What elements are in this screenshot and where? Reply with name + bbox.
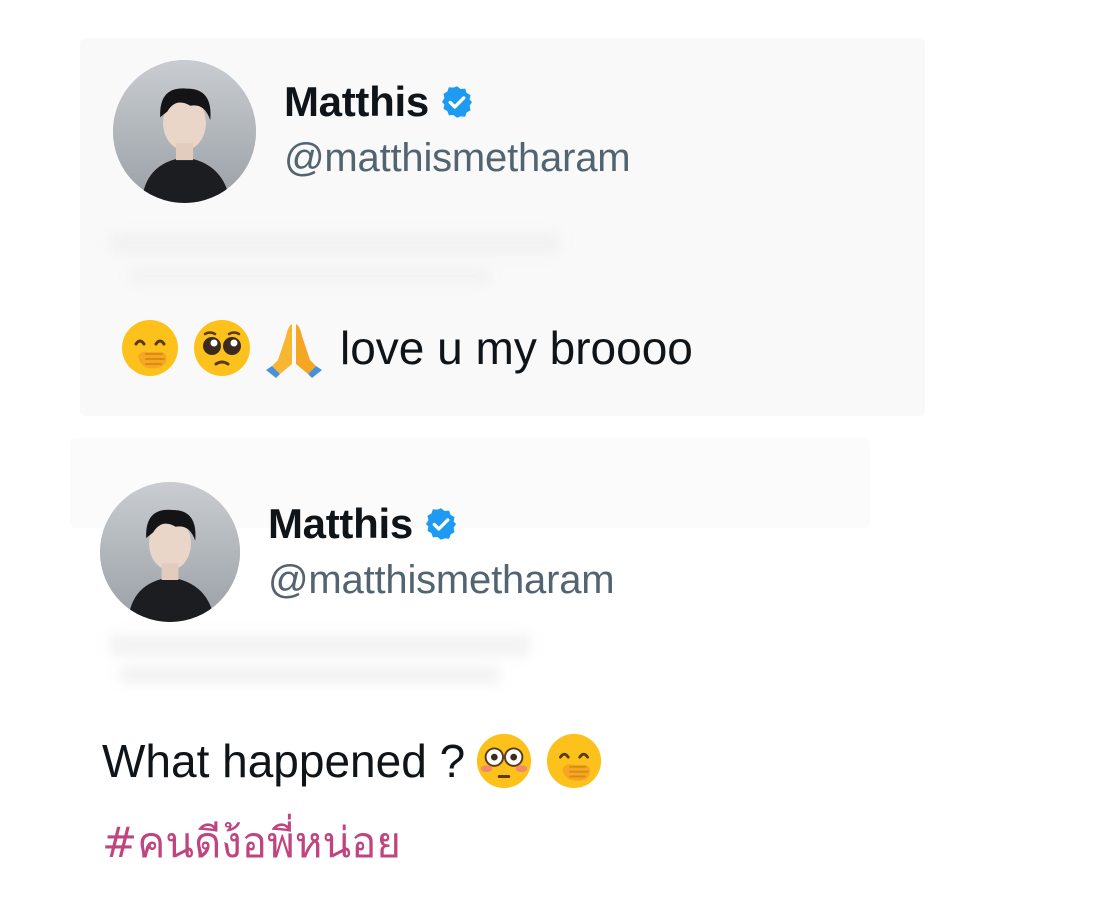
verified-badge-icon [423,506,459,542]
username-handle[interactable]: @matthismetharam [268,558,615,603]
avatar[interactable] [113,60,256,203]
tweet-text: love u my broooo [118,316,693,380]
tweet: Matthis @matthismetharam love u my brooo… [0,0,1111,430]
hand-over-mouth-emoji-icon [543,730,605,792]
tweet-body: love u my broooo [340,322,693,374]
blurred-region [110,232,560,254]
pleading-face-emoji-icon [190,316,254,380]
tweet: Matthis @matthismetharam What happened ? [0,430,1111,912]
tweet-text: What happened ? [102,730,605,792]
hashtag-link[interactable]: #คนดีง้อพี่หน่อย [102,810,401,876]
hand-over-mouth-emoji-icon [118,316,182,380]
author-row: Matthis [284,78,475,126]
flushed-face-emoji-icon [473,730,535,792]
username-handle[interactable]: @matthismetharam [284,136,631,181]
display-name[interactable]: Matthis [268,500,413,548]
profile-photo-icon [100,482,240,622]
tweet-body: What happened ? [102,735,466,787]
profile-photo-icon [113,60,256,203]
blurred-region [130,268,490,284]
avatar[interactable] [100,482,240,622]
blurred-region [110,634,530,656]
display-name[interactable]: Matthis [284,78,429,126]
blurred-region [120,666,500,684]
verified-badge-icon [439,84,475,120]
folded-hands-emoji-icon [262,316,326,380]
author-row: Matthis [268,500,459,548]
